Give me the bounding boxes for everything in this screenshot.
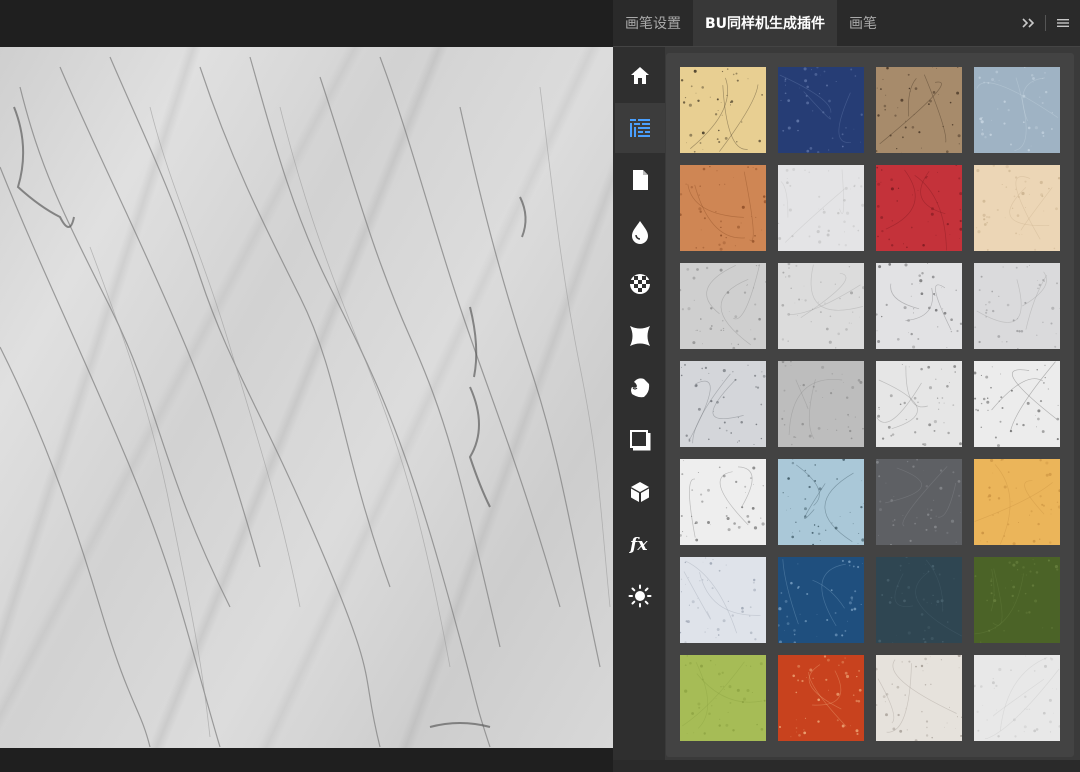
- sun-icon: [628, 584, 652, 608]
- sidebar-item-shadow[interactable]: [615, 415, 665, 465]
- texture-swatch[interactable]: [778, 67, 864, 153]
- texture-swatch[interactable]: [876, 361, 962, 447]
- texture-swatch[interactable]: [680, 557, 766, 643]
- texture-pattern: [778, 168, 864, 247]
- texture-swatch[interactable]: [974, 655, 1060, 741]
- double-chevron-right-icon[interactable]: [1019, 14, 1037, 32]
- texture-pattern: [781, 361, 864, 446]
- sidebar-item-lighting[interactable]: [615, 571, 665, 621]
- texture-swatch[interactable]: [974, 557, 1060, 643]
- texture-pattern: [976, 67, 1058, 152]
- texture-swatch[interactable]: [680, 655, 766, 741]
- app-window: 画笔设置 BU同样机生成插件 画笔 fx: [0, 0, 1080, 772]
- tab-brush-settings[interactable]: 画笔设置: [613, 0, 693, 46]
- checker-pattern-icon: [630, 274, 650, 294]
- hamburger-menu-icon[interactable]: [1054, 14, 1072, 32]
- panel-body: fx: [613, 46, 1080, 761]
- warp-shape-icon: [630, 326, 650, 346]
- tool-sidebar: fx: [613, 47, 665, 761]
- texture-swatch[interactable]: [778, 263, 864, 349]
- texture-swatch[interactable]: [778, 165, 864, 251]
- texture-swatch[interactable]: [876, 459, 962, 545]
- tab-bar: 画笔设置 BU同样机生成插件 画笔: [613, 0, 1080, 46]
- marble-canvas-preview[interactable]: [0, 47, 614, 748]
- home-icon: [631, 67, 649, 84]
- texture-pattern: [680, 557, 761, 643]
- texture-pattern: [778, 559, 863, 643]
- texture-swatch[interactable]: [974, 361, 1060, 447]
- texture-swatch[interactable]: [876, 165, 962, 251]
- sidebar-item-effects[interactable]: fx: [615, 519, 665, 569]
- texture-pattern: [876, 263, 962, 349]
- texture-pattern: [975, 165, 1060, 251]
- cube-icon: [631, 482, 649, 502]
- svg-text:fx: fx: [629, 535, 648, 555]
- texture-swatch[interactable]: [974, 459, 1060, 545]
- sidebar-item-warp[interactable]: [615, 311, 665, 361]
- texture-pattern: [781, 263, 864, 349]
- texture-pattern: [680, 460, 765, 542]
- texture-swatch[interactable]: [778, 557, 864, 643]
- texture-swatch[interactable]: [778, 361, 864, 447]
- sidebar-item-3d[interactable]: [615, 467, 665, 517]
- texture-pattern: [974, 459, 1060, 545]
- marble-veins: [0, 56, 611, 748]
- texture-swatch[interactable]: [974, 263, 1060, 349]
- texture-pattern: [876, 165, 962, 251]
- texture-pattern: [680, 363, 766, 445]
- paper-curl-icon: [631, 378, 650, 398]
- texture-pattern: [876, 67, 961, 153]
- texture-swatch[interactable]: [778, 655, 864, 741]
- drop-icon: [632, 221, 648, 244]
- sidebar-item-home[interactable]: [615, 51, 665, 101]
- texture-pattern: [680, 68, 763, 153]
- texture-pattern: [876, 459, 962, 545]
- texture-pattern: [974, 264, 1060, 349]
- control-divider: [1045, 15, 1046, 31]
- sidebar-item-drop[interactable]: [615, 207, 665, 257]
- texture-pattern: [779, 67, 863, 153]
- texture-swatch[interactable]: [680, 361, 766, 447]
- texture-swatch[interactable]: [876, 655, 962, 741]
- fx-icon: fx: [629, 535, 648, 555]
- texture-pattern: [682, 655, 766, 735]
- sidebar-item-paper[interactable]: [615, 363, 665, 413]
- texture-pattern: [779, 655, 862, 738]
- texture-pattern: [876, 655, 962, 741]
- texture-grid-icon: [630, 119, 650, 137]
- texture-pattern: [876, 364, 962, 447]
- tab-bu-plugin[interactable]: BU同样机生成插件: [693, 0, 838, 46]
- panel-controls: [1019, 0, 1072, 46]
- texture-swatch[interactable]: [680, 459, 766, 545]
- texture-swatch[interactable]: [876, 67, 962, 153]
- texture-swatch[interactable]: [974, 165, 1060, 251]
- tab-brush[interactable]: 画笔: [837, 0, 889, 46]
- texture-pattern: [974, 655, 1060, 740]
- texture-pattern: [680, 264, 766, 349]
- texture-swatch[interactable]: [876, 557, 962, 643]
- texture-swatch[interactable]: [680, 165, 766, 251]
- sidebar-item-document[interactable]: [615, 155, 665, 205]
- document-icon: [633, 170, 648, 190]
- sidebar-item-pattern[interactable]: [615, 259, 665, 309]
- texture-swatch[interactable]: [778, 459, 864, 545]
- texture-pattern: [974, 361, 1060, 447]
- texture-pattern: [782, 459, 864, 545]
- texture-swatch[interactable]: [680, 67, 766, 153]
- sidebar-item-textures[interactable]: [615, 103, 665, 153]
- texture-grid: [666, 53, 1074, 757]
- shadow-square-icon: [630, 430, 651, 451]
- texture-swatch[interactable]: [680, 263, 766, 349]
- panel-footer: [613, 760, 1080, 772]
- texture-swatch[interactable]: [974, 67, 1060, 153]
- texture-swatch[interactable]: [876, 263, 962, 349]
- texture-pattern: [878, 557, 962, 643]
- texture-pattern: [974, 559, 1059, 643]
- texture-pattern: [680, 165, 766, 251]
- plugin-panel: 画笔设置 BU同样机生成插件 画笔 fx: [613, 0, 1080, 772]
